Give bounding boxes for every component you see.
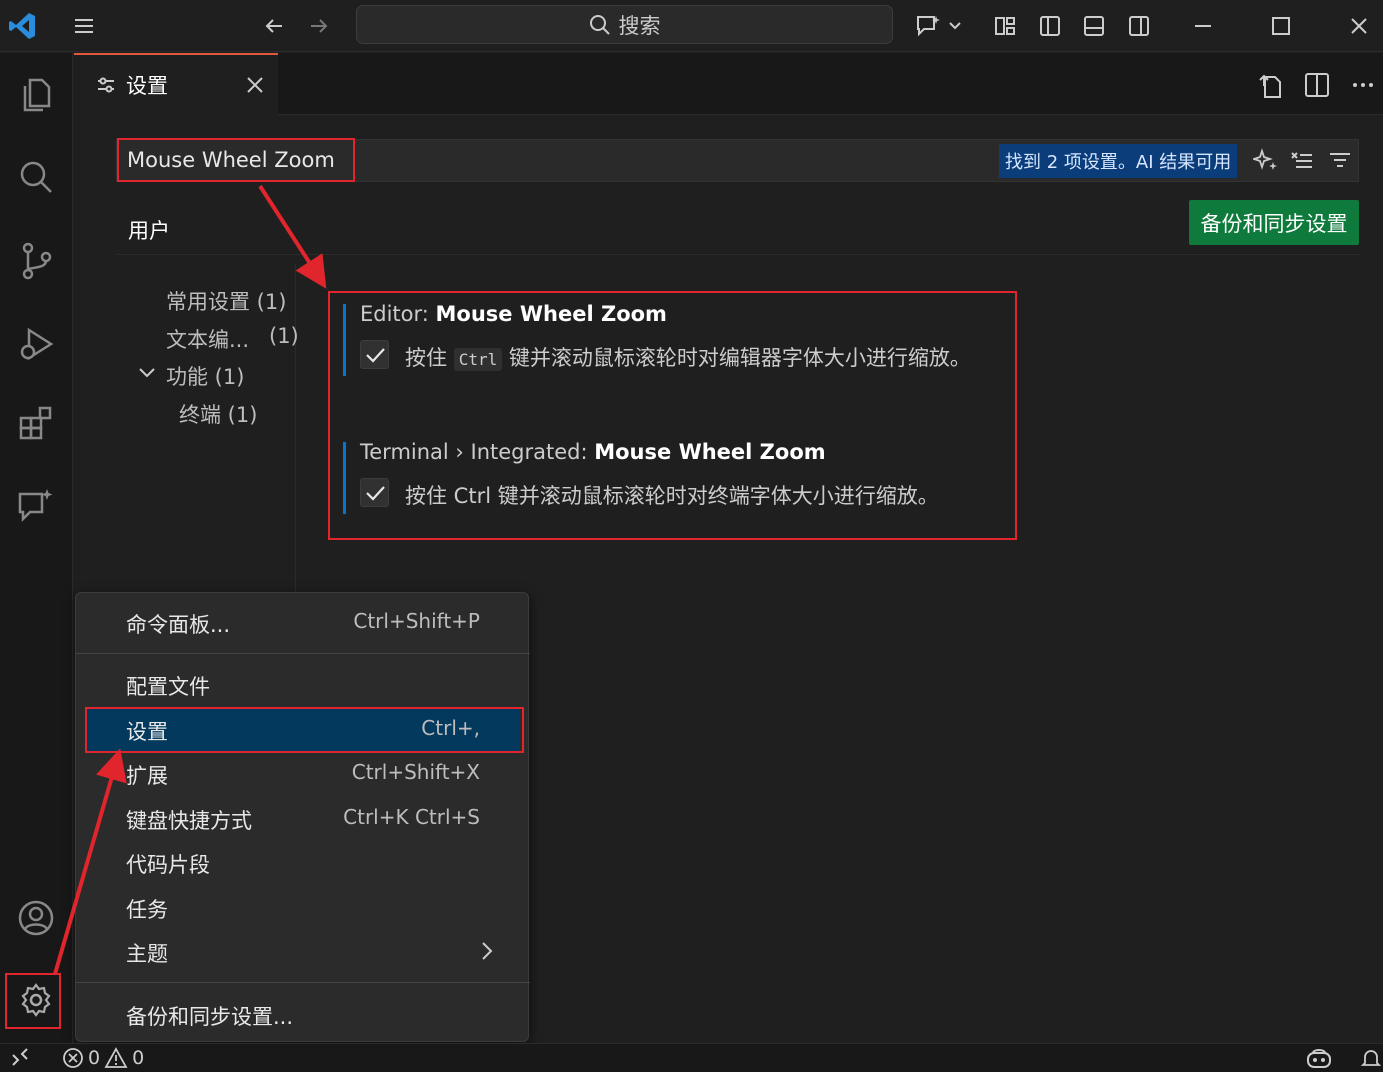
annotation-box-settings-item	[85, 707, 524, 753]
problems-indicator[interactable]: 0 0	[62, 1047, 144, 1069]
toggle-primary-sidebar-icon[interactable]	[1032, 8, 1068, 44]
annotation-box-search	[117, 138, 355, 182]
toc-item-text-editor-count: (1)	[269, 324, 299, 348]
command-center-search[interactable]: 搜索	[356, 5, 893, 44]
menu-item-label: 备份和同步设置...	[126, 1005, 294, 1029]
tab-label: 设置	[126, 74, 168, 98]
menu-item-shortcut: Ctrl+Shift+X	[351, 760, 480, 784]
menu-item-themes[interactable]: 主题	[86, 930, 520, 974]
divider	[116, 254, 1359, 255]
toggle-secondary-sidebar-icon[interactable]	[1121, 8, 1157, 44]
toc-item-common[interactable]: 常用设置 (1)	[166, 286, 286, 316]
annotation-box-gear	[5, 973, 61, 1029]
vscode-logo-icon	[4, 8, 40, 44]
remote-indicator-icon[interactable]	[10, 1047, 30, 1067]
layout-customize-icon[interactable]	[987, 8, 1023, 44]
extensions-icon[interactable]	[8, 395, 64, 451]
forward-arrow-icon[interactable]	[301, 8, 337, 44]
tab-close-icon[interactable]	[244, 74, 266, 96]
split-editor-icon[interactable]	[1304, 72, 1330, 98]
chat-icon[interactable]	[8, 477, 64, 533]
command-center-label: 搜索	[618, 13, 661, 38]
annotation-box-results	[328, 291, 1017, 540]
accounts-icon[interactable]	[8, 890, 64, 946]
search-result-badge: 找到 2 项设置。AI 结果可用	[999, 144, 1238, 178]
chevron-down-icon[interactable]	[137, 364, 157, 382]
toc-item-terminal[interactable]: 终端 (1)	[179, 399, 257, 429]
explorer-icon[interactable]	[8, 67, 64, 123]
run-debug-icon[interactable]	[8, 315, 64, 371]
tab-settings[interactable]: 设置	[74, 53, 278, 115]
menu-icon[interactable]	[66, 8, 102, 44]
chevron-down-icon[interactable]	[940, 8, 970, 44]
menu-item-profiles[interactable]: 配置文件	[86, 663, 520, 707]
error-count: 0	[88, 1047, 101, 1069]
open-settings-json-icon[interactable]	[1257, 71, 1283, 99]
menu-item-label: 主题	[126, 942, 168, 966]
more-actions-icon[interactable]	[1350, 72, 1376, 98]
search-icon[interactable]	[8, 149, 64, 205]
toggle-panel-icon[interactable]	[1076, 8, 1112, 44]
backup-sync-button[interactable]: 备份和同步设置	[1189, 200, 1359, 245]
manage-context-menu: 命令面板... Ctrl+Shift+P 配置文件 设置 Ctrl+, 扩展 C…	[75, 592, 530, 1042]
copilot-status-icon[interactable]	[1305, 1047, 1333, 1069]
menu-item-label: 键盘快捷方式	[126, 809, 252, 833]
menu-item-extensions[interactable]: 扩展 Ctrl+Shift+X	[86, 752, 520, 796]
menu-item-label: 命令面板...	[126, 613, 231, 637]
menu-item-tasks[interactable]: 任务	[86, 886, 520, 930]
maximize-icon[interactable]	[1263, 8, 1299, 44]
toc-item-features[interactable]: 功能 (1)	[166, 361, 244, 391]
scope-tab-label: 用户	[128, 219, 170, 243]
notifications-bell-icon[interactable]	[1360, 1047, 1382, 1069]
menu-item-shortcut: Ctrl+K Ctrl+S	[343, 805, 480, 829]
menu-item-backup-sync[interactable]: 备份和同步设置...	[86, 993, 520, 1037]
menu-item-label: 扩展	[126, 764, 168, 788]
menu-item-snippets[interactable]: 代码片段	[86, 841, 520, 885]
editor-tab-bar: 设置	[74, 53, 1383, 115]
menu-separator	[76, 653, 530, 654]
ai-sparkle-icon[interactable]	[1253, 148, 1279, 174]
annotation-arrow-to-results	[258, 184, 327, 289]
menu-item-label: 代码片段	[126, 853, 210, 877]
tab-user-scope[interactable]: 用户	[116, 205, 188, 255]
menu-item-label: 任务	[126, 898, 168, 922]
chevron-right-icon	[480, 941, 494, 961]
toc-divider	[295, 264, 296, 604]
menu-item-label: 配置文件	[126, 675, 210, 699]
error-icon	[63, 1048, 83, 1068]
warning-count: 0	[132, 1047, 145, 1069]
toc-item-text-editor[interactable]: 文本编...	[166, 324, 249, 354]
search-icon	[589, 14, 611, 36]
back-arrow-icon[interactable]	[256, 8, 292, 44]
title-bar: 搜索	[0, 0, 1383, 52]
menu-item-keyboard-shortcuts[interactable]: 键盘快捷方式 Ctrl+K Ctrl+S	[86, 797, 520, 841]
activity-bar	[0, 53, 73, 1043]
menu-item-command-palette[interactable]: 命令面板... Ctrl+Shift+P	[86, 601, 520, 645]
status-bar: 0 0	[0, 1043, 1383, 1072]
close-icon[interactable]	[1341, 8, 1377, 44]
minimize-icon[interactable]	[1185, 8, 1221, 44]
source-control-icon[interactable]	[8, 233, 64, 289]
warning-icon	[104, 1047, 128, 1068]
clear-filter-icon[interactable]	[1289, 148, 1315, 174]
settings-editor-icon	[96, 75, 116, 95]
menu-separator	[76, 982, 530, 983]
menu-item-shortcut: Ctrl+Shift+P	[353, 609, 480, 633]
filter-icon[interactable]	[1327, 148, 1353, 174]
